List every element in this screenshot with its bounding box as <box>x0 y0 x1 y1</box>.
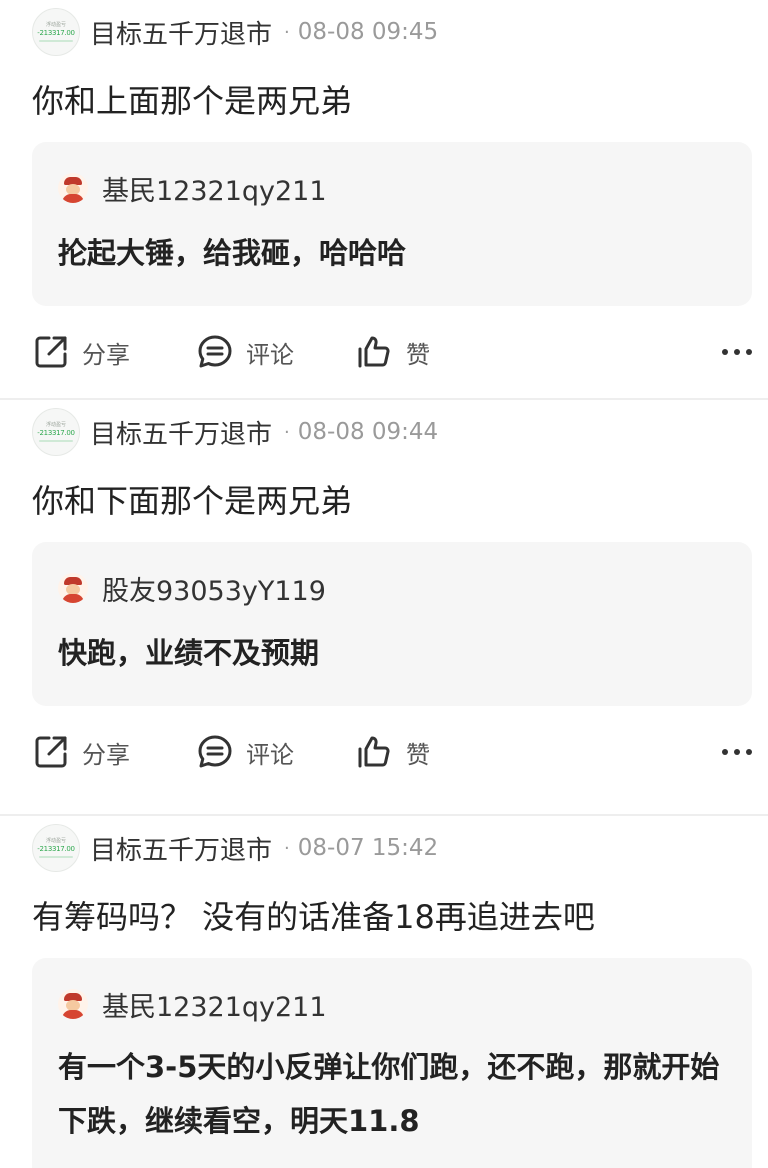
avatar-value: -213317.00 <box>37 429 75 437</box>
quoted-avatar-icon <box>58 573 88 603</box>
post-item: 浮动盈亏 -213317.00 目标五千万退市 · 08-08 09:44 你和… <box>0 400 768 814</box>
like-label: 赞 <box>406 740 430 769</box>
post-header: 浮动盈亏 -213317.00 目标五千万退市 · 08-07 15:42 <box>32 824 438 872</box>
quoted-avatar-icon <box>58 989 88 1019</box>
quoted-user: 股友93053yY119 <box>58 569 326 608</box>
quoted-user: 基民12321qy211 <box>58 985 327 1024</box>
separator-dot: · <box>284 21 290 43</box>
comment-button[interactable]: 评论 <box>196 730 294 774</box>
comment-icon <box>198 335 232 368</box>
quoted-comment[interactable]: 股友93053yY119 快跑，业绩不及预期 <box>32 542 752 706</box>
action-bar: 分享 评论 赞 <box>32 730 752 774</box>
avatar-caption: 浮动盈亏 <box>45 22 66 28</box>
avatar-value: -213317.00 <box>37 845 75 853</box>
post-time: 08-08 09:44 <box>297 419 439 445</box>
quoted-user: 基民12321qy211 <box>58 169 327 208</box>
quoted-username[interactable]: 基民12321qy211 <box>102 169 327 208</box>
separator-dot: · <box>284 837 290 859</box>
post-time: 08-07 15:42 <box>297 835 439 861</box>
separator-dot: · <box>284 421 290 443</box>
share-button[interactable]: 分享 <box>32 730 130 774</box>
post-item: 浮动盈亏 -213317.00 目标五千万退市 · 08-07 15:42 有筹… <box>0 816 768 1168</box>
share-label: 分享 <box>82 340 130 369</box>
quoted-text: 快跑，业绩不及预期 <box>58 636 320 670</box>
avatar-caption: 浮动盈亏 <box>45 838 66 844</box>
post-header: 浮动盈亏 -213317.00 目标五千万退市 · 08-08 09:44 <box>32 408 438 456</box>
more-options-icon[interactable] <box>722 330 752 374</box>
comment-label: 评论 <box>246 340 294 369</box>
action-bar: 分享 评论 赞 <box>32 330 752 374</box>
quoted-text: 抡起大锤，给我砸，哈哈哈 <box>58 236 407 270</box>
quoted-username[interactable]: 基民12321qy211 <box>102 985 327 1024</box>
comment-label: 评论 <box>246 740 294 769</box>
quoted-comment[interactable]: 基民12321qy211 有一个3-5天的小反弹让你们跑，还不跑，那就开始下跌，… <box>32 958 752 1168</box>
quoted-avatar-icon <box>58 173 88 203</box>
avatar-value: -213317.00 <box>37 29 75 37</box>
post-text: 你和下面那个是两兄弟 <box>32 482 353 520</box>
author-name[interactable]: 目标五千万退市 <box>90 14 272 51</box>
like-button[interactable]: 赞 <box>356 730 430 774</box>
comment-button[interactable]: 评论 <box>196 330 294 374</box>
quoted-username[interactable]: 股友93053yY119 <box>102 569 326 608</box>
more-options-icon[interactable] <box>722 730 752 774</box>
avatar[interactable]: 浮动盈亏 -213317.00 <box>32 824 80 872</box>
quoted-text: 有一个3-5天的小反弹让你们跑，还不跑，那就开始下跌，继续看空，明天11.8 <box>58 1050 720 1138</box>
post-item: 浮动盈亏 -213317.00 目标五千万退市 · 08-08 09:45 你和… <box>0 0 768 398</box>
like-button[interactable]: 赞 <box>356 330 430 374</box>
avatar-bar <box>39 856 73 858</box>
thumbs-up-icon <box>358 336 390 368</box>
comment-icon <box>198 735 232 768</box>
like-label: 赞 <box>406 340 430 369</box>
share-icon <box>35 336 67 368</box>
avatar[interactable]: 浮动盈亏 -213317.00 <box>32 408 80 456</box>
share-label: 分享 <box>82 740 130 769</box>
author-name[interactable]: 目标五千万退市 <box>90 414 272 451</box>
post-text: 你和上面那个是两兄弟 <box>32 82 353 120</box>
post-text: 有筹码吗？ 没有的话准备18再追进去吧 <box>32 898 595 936</box>
avatar-caption: 浮动盈亏 <box>45 422 66 428</box>
avatar-bar <box>39 40 73 42</box>
post-time: 08-08 09:45 <box>297 19 439 45</box>
comment-feed: 浮动盈亏 -213317.00 目标五千万退市 · 08-08 09:45 你和… <box>0 0 768 1168</box>
author-name[interactable]: 目标五千万退市 <box>90 830 272 867</box>
post-header: 浮动盈亏 -213317.00 目标五千万退市 · 08-08 09:45 <box>32 8 438 56</box>
quoted-comment[interactable]: 基民12321qy211 抡起大锤，给我砸，哈哈哈 <box>32 142 752 306</box>
share-icon <box>35 736 67 768</box>
thumbs-up-icon <box>358 736 390 768</box>
share-button[interactable]: 分享 <box>32 330 130 374</box>
avatar[interactable]: 浮动盈亏 -213317.00 <box>32 8 80 56</box>
avatar-bar <box>39 440 73 442</box>
